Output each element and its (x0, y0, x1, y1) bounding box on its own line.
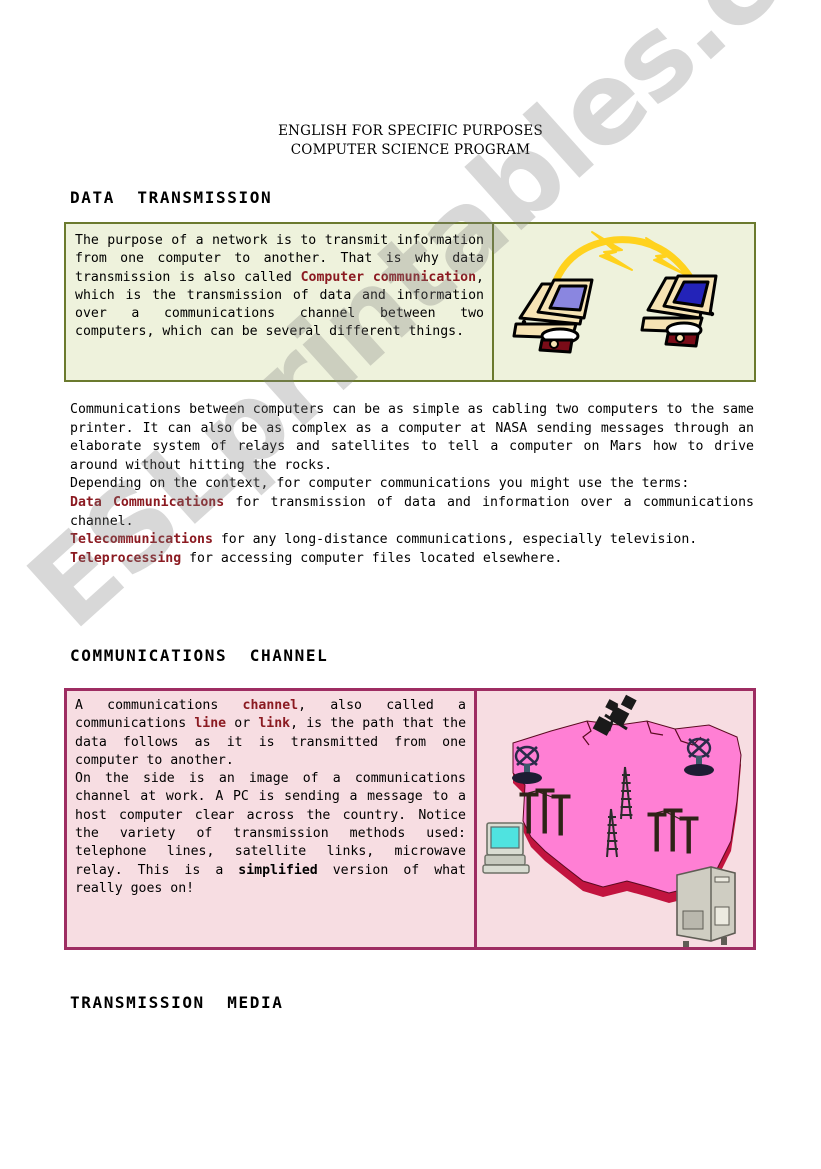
header-line-1: ENGLISH FOR SPECIFIC PURPOSES (278, 123, 543, 139)
term-entry-teleprocessing: Teleprocessing for accessing computer fi… (70, 550, 754, 569)
term-link: link (258, 716, 291, 732)
green-panel-paragraph: The purpose of a network is to transmit … (75, 232, 484, 342)
section-title-data-transmission: DATA TRANSMISSION (70, 188, 273, 207)
term-line: line (194, 716, 227, 732)
green-panel-text-cell: The purpose of a network is to transmit … (66, 224, 494, 380)
term-label-telecommunications: Telecommunications (70, 532, 213, 548)
pink-p1-e: or (226, 716, 259, 732)
body-text-block: Communications between computers can be … (70, 401, 754, 568)
paragraph-terms-intro: Depending on the context, for computer c… (70, 476, 690, 492)
document-header: ENGLISH FOR SPECIFIC PURPOSES COMPUTER S… (0, 122, 821, 160)
paragraph-communications-intro: Communications between computers can be … (70, 402, 754, 473)
pink-content-panel: A communications channel, also called a … (64, 688, 756, 950)
term-definition-teleprocessing: for accessing computer files located els… (181, 550, 563, 566)
pink-panel-image-cell (477, 691, 753, 949)
pink-panel-paragraph-2: On the side is an image of a communicati… (75, 770, 466, 898)
pink-panel-text-cell: A communications channel, also called a … (67, 691, 477, 947)
two-computers-wireless-link-icon (512, 231, 718, 354)
term-label-teleprocessing: Teleprocessing (70, 550, 182, 566)
term-label-data-communications: Data Communications (70, 494, 225, 510)
term-definition-telecommunications: for any long-distance communications, es… (212, 532, 698, 548)
document-page: ENGLISH FOR SPECIFIC PURPOSES COMPUTER S… (0, 0, 821, 1169)
term-simplified: simplified (238, 862, 318, 878)
green-content-panel: The purpose of a network is to transmit … (64, 222, 756, 382)
header-line-2: COMPUTER SCIENCE PROGRAM (290, 142, 531, 158)
pink-panel-paragraph-1: A communications channel, also called a … (75, 697, 466, 770)
pink-p1-a: A communications (75, 698, 243, 713)
section-title-transmission-media: TRANSMISSION MEDIA (70, 993, 284, 1012)
term-entry-telecommunications: Telecommunications for any long-distance… (70, 531, 754, 550)
term-entry-data-communications: Data Communications for transmission of … (70, 494, 754, 531)
section-title-communications-channel: COMMUNICATIONS CHANNEL (70, 646, 329, 665)
computer-communication-term: Computer communication (300, 269, 477, 285)
green-panel-image-cell (494, 224, 754, 380)
term-channel: channel (242, 698, 299, 713)
us-map-communications-channel-icon (482, 694, 742, 949)
